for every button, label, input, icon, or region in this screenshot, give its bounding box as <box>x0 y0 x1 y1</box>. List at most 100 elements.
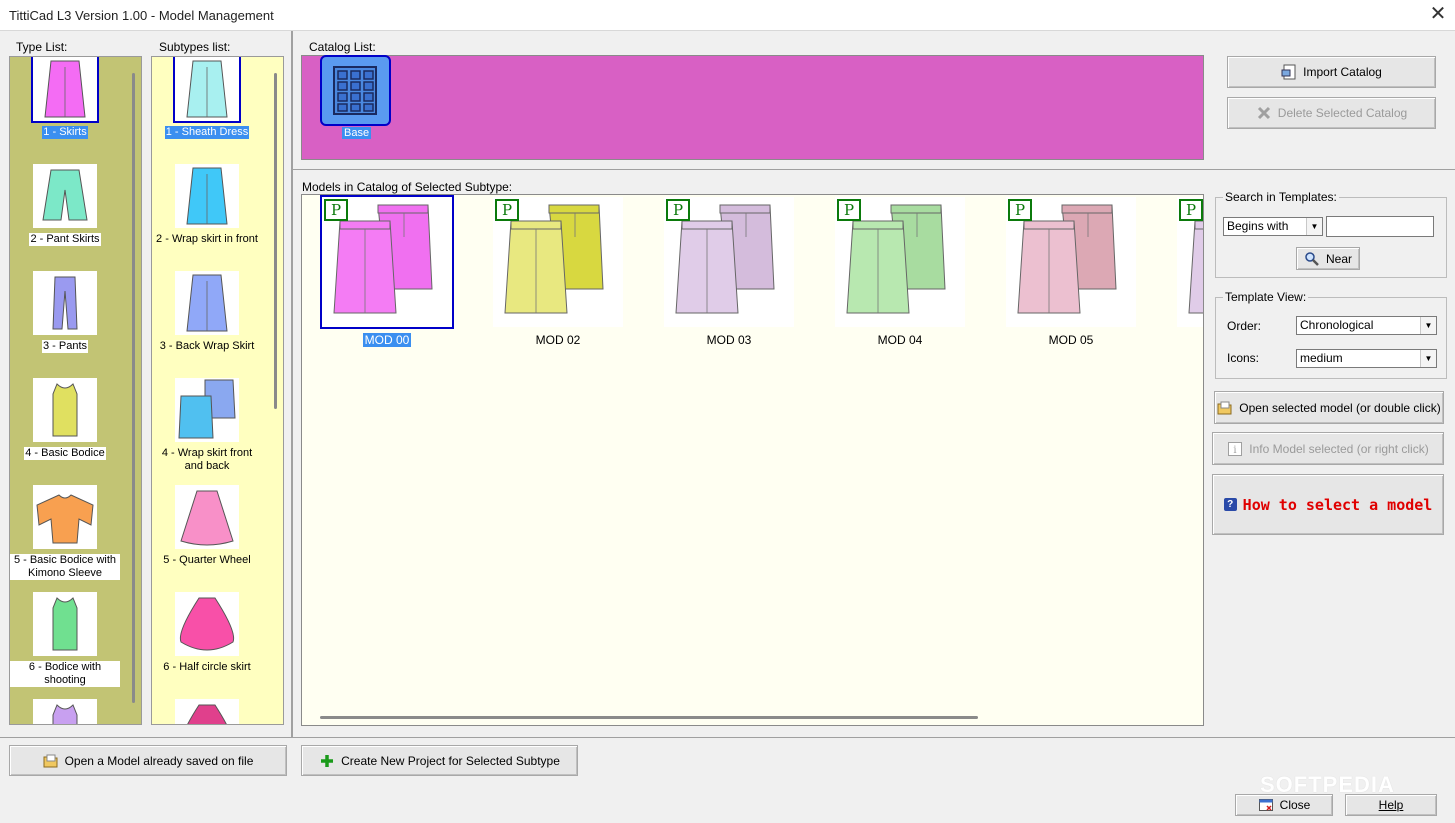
models-in-catalog-label: Models in Catalog of Selected Subtype: <box>302 180 513 194</box>
sheath-skirt-icon <box>173 57 241 123</box>
subtype-item[interactable]: 4 - Wrap skirt front and back <box>152 378 262 473</box>
model-label-text: MOD 00 <box>362 333 412 347</box>
subtype-item[interactable]: 6 - Half circle skirt <box>152 592 262 674</box>
open-selected-model-label: Open selected model (or double click) <box>1239 400 1441 415</box>
softpedia-watermark: SOFTPEDIA <box>1260 772 1395 797</box>
chevron-down-icon: ▼ <box>1306 218 1322 235</box>
subtypes-list[interactable]: 1 - Sheath Dress 2 - Wrap skirt in front 3… <box>151 56 284 725</box>
type-list-item[interactable] <box>10 699 120 724</box>
model-card[interactable]: P <box>1006 197 1136 327</box>
import-icon <box>1281 64 1297 80</box>
subtype-item[interactable]: 5 - Quarter Wheel <box>152 485 262 567</box>
p-badge: P <box>837 199 861 221</box>
delete-catalog-label: Delete Selected Catalog <box>1277 106 1408 120</box>
search-input[interactable] <box>1326 216 1434 237</box>
p-badge: P <box>1179 199 1203 221</box>
model-card[interactable]: P <box>493 197 623 327</box>
model-label: MOD 04 <box>835 333 965 347</box>
catalog-item-base-label[interactable]: Base <box>342 127 372 139</box>
near-button[interactable]: Near <box>1296 247 1360 270</box>
type-list-scroll-thumb[interactable] <box>132 73 135 703</box>
import-catalog-button[interactable]: Import Catalog <box>1227 56 1436 88</box>
type-list-item[interactable]: 3 - Pants <box>10 271 120 353</box>
search-mode-value: Begins with <box>1227 219 1289 233</box>
pant-skirt-icon <box>33 164 97 228</box>
subtype-item[interactable] <box>152 699 262 724</box>
model-label-text: MOD 05 <box>1048 333 1094 347</box>
order-select[interactable]: Chronological ▼ <box>1296 316 1437 335</box>
title-bar: TittiCad L3 Version 1.00 - Model Managem… <box>0 0 1455 31</box>
type-list-item-label: 4 - Basic Bodice <box>24 447 106 460</box>
type-list-item[interactable]: 5 - Basic Bodice with Kimono Sleeve <box>10 485 120 580</box>
model-card[interactable]: P <box>1177 197 1203 327</box>
how-to-select-model-button[interactable]: ? How to select a model <box>1212 474 1444 535</box>
close-label: Close <box>1279 798 1311 812</box>
type-list-item-label: 2 - Pant Skirts <box>29 233 101 246</box>
chevron-down-icon: ▼ <box>1420 317 1436 334</box>
order-value: Chronological <box>1300 318 1374 332</box>
catalog-list-label: Catalog List: <box>309 40 376 54</box>
subtypes-list-label: Subtypes list: <box>159 40 231 54</box>
subtype-item-label: 2 - Wrap skirt in front <box>156 233 258 245</box>
catalog-list[interactable] <box>301 55 1204 160</box>
delete-catalog-button[interactable]: Delete Selected Catalog <box>1227 97 1436 129</box>
close-window-icon <box>1258 797 1274 813</box>
subtype-item[interactable]: 1 - Sheath Dress <box>152 57 262 139</box>
subtype-item-label: 5 - Quarter Wheel <box>163 554 251 566</box>
search-mode-select[interactable]: Begins with ▼ <box>1223 217 1323 236</box>
model-label: MOD 02 <box>493 333 623 347</box>
vertical-divider <box>291 31 293 738</box>
open-saved-model-button[interactable]: Open a Model already saved on file <box>9 745 287 776</box>
type-list-item-label: 3 - Pants <box>41 340 89 353</box>
skirt-icon <box>31 57 99 123</box>
subtype-item[interactable]: 2 - Wrap skirt in front <box>152 164 262 246</box>
search-icon <box>1304 251 1320 267</box>
type-list-item[interactable]: 4 - Basic Bodice <box>10 378 120 460</box>
grid-catalog-icon[interactable] <box>320 55 391 126</box>
pants-icon <box>33 271 97 335</box>
type-list-item[interactable]: 2 - Pant Skirts <box>10 164 120 246</box>
window-title: TittiCad L3 Version 1.00 - Model Managem… <box>9 8 274 23</box>
plus-icon <box>319 753 335 769</box>
model-card[interactable]: P <box>835 197 965 327</box>
bodice-shooting-icon <box>33 592 97 656</box>
models-grid[interactable]: P MOD 00 P MOD 02 P MOD 03 P MOD 04 P MO… <box>301 194 1204 726</box>
models-horizontal-scrollbar[interactable] <box>320 716 978 719</box>
model-card[interactable]: P <box>664 197 794 327</box>
back-wrap-icon <box>175 271 239 335</box>
skirt-partial-icon <box>175 699 239 724</box>
model-label-text: MOD 04 <box>877 333 923 347</box>
info-model-button[interactable]: i Info Model selected (or right click) <box>1212 432 1444 465</box>
type-list-item-label: 1 - Skirts <box>42 126 88 139</box>
delete-x-icon <box>1256 105 1272 121</box>
search-templates-title: Search in Templates: <box>1223 190 1339 204</box>
model-label: MOD 03 <box>664 333 794 347</box>
open-folder-icon <box>1217 400 1233 416</box>
model-card[interactable]: P <box>320 195 454 329</box>
open-selected-model-button[interactable]: Open selected model (or double click) <box>1214 391 1444 424</box>
icons-size-select[interactable]: medium ▼ <box>1296 349 1437 368</box>
bodice-icon <box>33 378 97 442</box>
icons-label: Icons: <box>1227 351 1260 365</box>
window-close-button[interactable]: ✕ <box>1421 0 1455 31</box>
model-label-text: MOD 03 <box>706 333 752 347</box>
create-new-project-button[interactable]: Create New Project for Selected Subtype <box>301 745 578 776</box>
bodice-partial-icon <box>33 699 97 724</box>
model-label: MOD 05 <box>1006 333 1136 347</box>
subtype-item[interactable]: 3 - Back Wrap Skirt <box>152 271 262 353</box>
type-list-item[interactable]: 1 - Skirts <box>10 57 120 139</box>
half-circle-icon <box>175 592 239 656</box>
subtypes-list-scrollbar[interactable] <box>266 57 282 724</box>
info-model-label: Info Model selected (or right click) <box>1249 441 1429 456</box>
order-label: Order: <box>1227 319 1262 333</box>
horizontal-divider <box>293 169 1455 170</box>
wrap-front-icon <box>175 164 239 228</box>
model-label: MOD 00 <box>322 333 452 347</box>
wrap-front-back-icon <box>175 378 239 442</box>
type-list-item-label: 5 - Basic Bodice with Kimono Sleeve <box>10 554 120 580</box>
type-list-item[interactable]: 6 - Bodice with shooting <box>10 592 120 687</box>
type-list[interactable]: 1 - Skirts 2 - Pant Skirts 3 - Pants 4 - Ba… <box>9 56 142 725</box>
type-list-scrollbar[interactable] <box>124 57 140 724</box>
subtype-item-label: 4 - Wrap skirt front and back <box>161 447 253 472</box>
subtypes-list-scroll-thumb[interactable] <box>274 73 277 409</box>
